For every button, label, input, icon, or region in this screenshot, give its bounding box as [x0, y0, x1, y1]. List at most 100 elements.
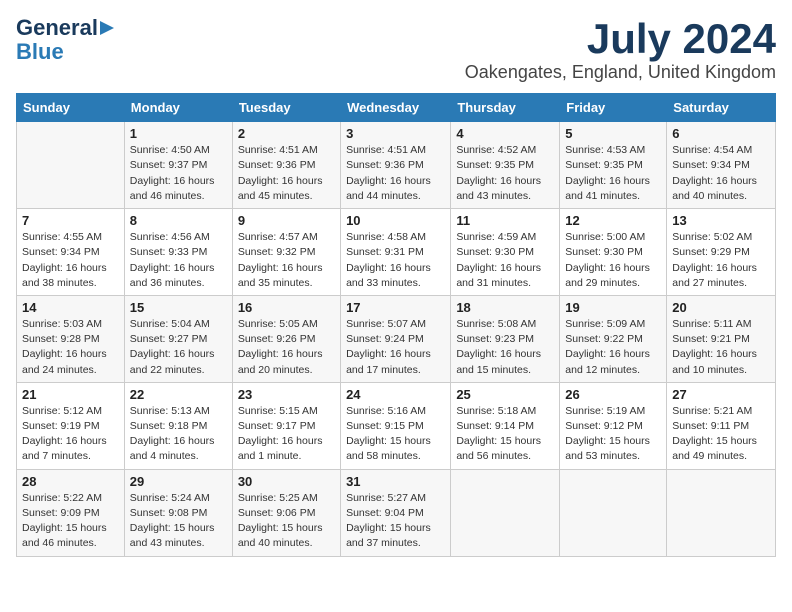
- calendar-cell: 16 Sunrise: 5:05 AM Sunset: 9:26 PM Dayli…: [232, 295, 340, 382]
- day-number: 5: [565, 126, 661, 141]
- calendar-cell: 21Sunrise: 5:12 AM Sunset: 9:19 PM Dayli…: [17, 382, 125, 469]
- day-number: 20: [672, 300, 770, 315]
- calendar-week-row: 1 Sunrise: 4:50 AM Sunset: 9:37 PM Daylig…: [17, 122, 776, 209]
- day-number: 9: [238, 213, 335, 228]
- day-number: 23: [238, 387, 335, 402]
- day-info: Sunrise: 4:52 AM Sunset: 9:35 PM Dayligh…: [456, 143, 554, 204]
- calendar-cell: 26 Sunrise: 5:19 AM Sunset: 9:12 PM Dayli…: [560, 382, 667, 469]
- calendar-cell: 18 Sunrise: 5:08 AM Sunset: 9:23 PM Dayli…: [451, 295, 560, 382]
- day-info: Sunrise: 5:09 AM Sunset: 9:22 PM Dayligh…: [565, 317, 661, 378]
- calendar-cell: 28 Sunrise: 5:22 AM Sunset: 9:09 PM Dayli…: [17, 469, 125, 556]
- day-info: Sunrise: 5:25 AM Sunset: 9:06 PM Dayligh…: [238, 491, 335, 552]
- day-info: Sunrise: 4:51 AM Sunset: 9:36 PM Dayligh…: [346, 143, 445, 204]
- day-number: 15: [130, 300, 227, 315]
- calendar-cell: 25 Sunrise: 5:18 AM Sunset: 9:14 PM Dayli…: [451, 382, 560, 469]
- logo: General Blue: [16, 16, 116, 64]
- column-header-sunday: Sunday: [17, 94, 125, 122]
- column-header-saturday: Saturday: [667, 94, 776, 122]
- day-info: Sunrise: 5:19 AM Sunset: 9:12 PM Dayligh…: [565, 404, 661, 465]
- day-info: Sunrise: 4:54 AM Sunset: 9:34 PM Dayligh…: [672, 143, 770, 204]
- day-info: Sunrise: 4:55 AM Sunset: 9:34 PM Dayligh…: [22, 230, 119, 291]
- calendar-cell: 31 Sunrise: 5:27 AM Sunset: 9:04 PM Dayli…: [341, 469, 451, 556]
- calendar-cell: [560, 469, 667, 556]
- calendar-cell: 1 Sunrise: 4:50 AM Sunset: 9:37 PM Daylig…: [124, 122, 232, 209]
- calendar-cell: 10 Sunrise: 4:58 AM Sunset: 9:31 PM Dayli…: [341, 209, 451, 296]
- day-number: 14: [22, 300, 119, 315]
- calendar-week-row: 14 Sunrise: 5:03 AM Sunset: 9:28 PM Dayli…: [17, 295, 776, 382]
- day-number: 30: [238, 474, 335, 489]
- day-number: 28: [22, 474, 119, 489]
- day-number: 21: [22, 387, 119, 402]
- day-info: Sunrise: 4:56 AM Sunset: 9:33 PM Dayligh…: [130, 230, 227, 291]
- day-info: Sunrise: 5:11 AM Sunset: 9:21 PM Dayligh…: [672, 317, 770, 378]
- day-info: Sunrise: 5:27 AM Sunset: 9:04 PM Dayligh…: [346, 491, 445, 552]
- day-number: 11: [456, 213, 554, 228]
- day-number: 1: [130, 126, 227, 141]
- day-number: 19: [565, 300, 661, 315]
- calendar-cell: 29 Sunrise: 5:24 AM Sunset: 9:08 PM Dayli…: [124, 469, 232, 556]
- day-number: 8: [130, 213, 227, 228]
- day-info: Sunrise: 5:24 AM Sunset: 9:08 PM Dayligh…: [130, 491, 227, 552]
- month-title: July 2024: [465, 16, 776, 62]
- day-info: Sunrise: 4:59 AM Sunset: 9:30 PM Dayligh…: [456, 230, 554, 291]
- calendar-cell: 6Sunrise: 4:54 AM Sunset: 9:34 PM Daylig…: [667, 122, 776, 209]
- day-number: 29: [130, 474, 227, 489]
- logo-text-general: General: [16, 16, 98, 40]
- day-info: Sunrise: 5:05 AM Sunset: 9:26 PM Dayligh…: [238, 317, 335, 378]
- day-info: Sunrise: 5:22 AM Sunset: 9:09 PM Dayligh…: [22, 491, 119, 552]
- calendar-cell: 12Sunrise: 5:00 AM Sunset: 9:30 PM Dayli…: [560, 209, 667, 296]
- calendar-cell: 23 Sunrise: 5:15 AM Sunset: 9:17 PM Dayli…: [232, 382, 340, 469]
- day-info: Sunrise: 5:21 AM Sunset: 9:11 PM Dayligh…: [672, 404, 770, 465]
- day-info: Sunrise: 5:03 AM Sunset: 9:28 PM Dayligh…: [22, 317, 119, 378]
- calendar-cell: 19 Sunrise: 5:09 AM Sunset: 9:22 PM Dayli…: [560, 295, 667, 382]
- day-info: Sunrise: 5:07 AM Sunset: 9:24 PM Dayligh…: [346, 317, 445, 378]
- day-number: 22: [130, 387, 227, 402]
- column-header-friday: Friday: [560, 94, 667, 122]
- day-info: Sunrise: 4:58 AM Sunset: 9:31 PM Dayligh…: [346, 230, 445, 291]
- day-info: Sunrise: 5:15 AM Sunset: 9:17 PM Dayligh…: [238, 404, 335, 465]
- day-number: 25: [456, 387, 554, 402]
- day-number: 4: [456, 126, 554, 141]
- logo-arrow-icon: [98, 19, 116, 37]
- calendar-cell: 20 Sunrise: 5:11 AM Sunset: 9:21 PM Dayli…: [667, 295, 776, 382]
- day-number: 26: [565, 387, 661, 402]
- calendar-cell: 2 Sunrise: 4:51 AM Sunset: 9:36 PM Daylig…: [232, 122, 340, 209]
- day-number: 7: [22, 213, 119, 228]
- calendar-cell: 14 Sunrise: 5:03 AM Sunset: 9:28 PM Dayli…: [17, 295, 125, 382]
- day-info: Sunrise: 4:57 AM Sunset: 9:32 PM Dayligh…: [238, 230, 335, 291]
- day-info: Sunrise: 4:50 AM Sunset: 9:37 PM Dayligh…: [130, 143, 227, 204]
- day-number: 10: [346, 213, 445, 228]
- day-number: 16: [238, 300, 335, 315]
- column-header-wednesday: Wednesday: [341, 94, 451, 122]
- day-info: Sunrise: 5:18 AM Sunset: 9:14 PM Dayligh…: [456, 404, 554, 465]
- calendar-header-row: SundayMondayTuesdayWednesdayThursdayFrid…: [17, 94, 776, 122]
- day-info: Sunrise: 4:53 AM Sunset: 9:35 PM Dayligh…: [565, 143, 661, 204]
- day-info: Sunrise: 5:04 AM Sunset: 9:27 PM Dayligh…: [130, 317, 227, 378]
- day-number: 2: [238, 126, 335, 141]
- page-header: General Blue July 2024 Oakengates, Engla…: [16, 16, 776, 83]
- calendar-cell: 17 Sunrise: 5:07 AM Sunset: 9:24 PM Dayli…: [341, 295, 451, 382]
- day-info: Sunrise: 4:51 AM Sunset: 9:36 PM Dayligh…: [238, 143, 335, 204]
- title-area: July 2024 Oakengates, England, United Ki…: [465, 16, 776, 83]
- calendar-cell: 4 Sunrise: 4:52 AM Sunset: 9:35 PM Daylig…: [451, 122, 560, 209]
- day-info: Sunrise: 5:13 AM Sunset: 9:18 PM Dayligh…: [130, 404, 227, 465]
- day-number: 31: [346, 474, 445, 489]
- calendar-cell: [451, 469, 560, 556]
- calendar-cell: 3 Sunrise: 4:51 AM Sunset: 9:36 PM Daylig…: [341, 122, 451, 209]
- day-info: Sunrise: 5:00 AM Sunset: 9:30 PM Dayligh…: [565, 230, 661, 291]
- location-title: Oakengates, England, United Kingdom: [465, 62, 776, 83]
- day-number: 3: [346, 126, 445, 141]
- column-header-tuesday: Tuesday: [232, 94, 340, 122]
- calendar-cell: 24Sunrise: 5:16 AM Sunset: 9:15 PM Dayli…: [341, 382, 451, 469]
- day-info: Sunrise: 5:08 AM Sunset: 9:23 PM Dayligh…: [456, 317, 554, 378]
- day-number: 27: [672, 387, 770, 402]
- day-number: 17: [346, 300, 445, 315]
- calendar-table: SundayMondayTuesdayWednesdayThursdayFrid…: [16, 93, 776, 556]
- calendar-cell: [667, 469, 776, 556]
- day-info: Sunrise: 5:16 AM Sunset: 9:15 PM Dayligh…: [346, 404, 445, 465]
- calendar-cell: 8 Sunrise: 4:56 AM Sunset: 9:33 PM Daylig…: [124, 209, 232, 296]
- day-number: 18: [456, 300, 554, 315]
- calendar-cell: [17, 122, 125, 209]
- calendar-cell: 27 Sunrise: 5:21 AM Sunset: 9:11 PM Dayli…: [667, 382, 776, 469]
- calendar-week-row: 7 Sunrise: 4:55 AM Sunset: 9:34 PM Daylig…: [17, 209, 776, 296]
